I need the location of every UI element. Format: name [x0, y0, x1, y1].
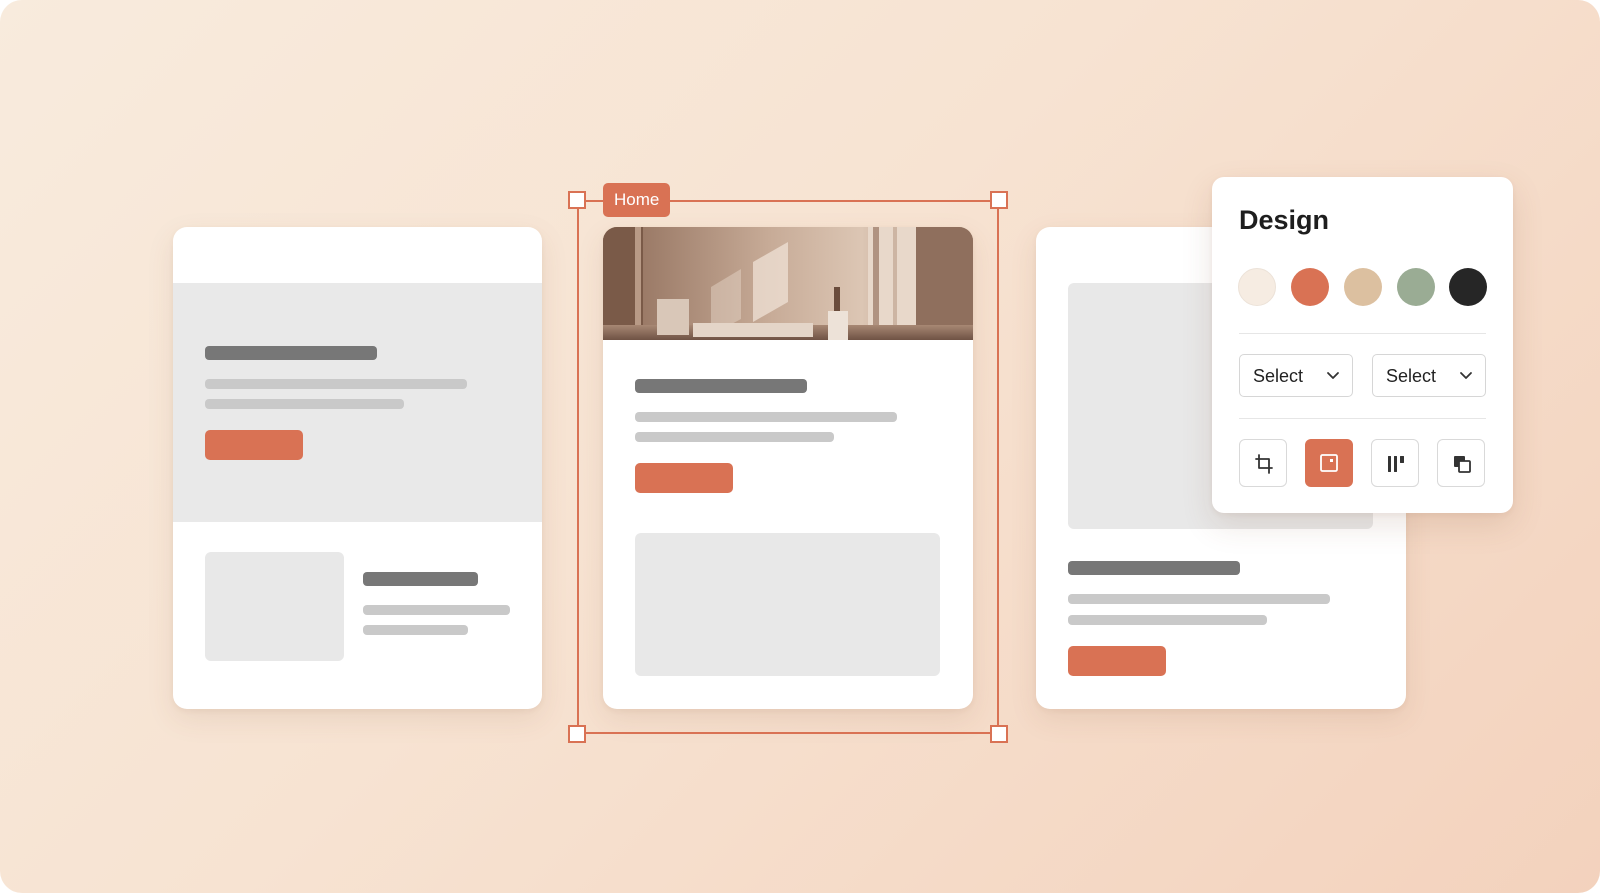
columns-icon	[1388, 456, 1404, 472]
panel-divider	[1239, 418, 1486, 419]
swatch-cream[interactable]	[1238, 268, 1276, 306]
frame-icon	[1320, 454, 1338, 472]
swatch-sage[interactable]	[1397, 268, 1435, 306]
panel-divider	[1239, 333, 1486, 334]
panel-title: Design	[1239, 205, 1330, 235]
cta-button-skeleton	[635, 463, 733, 493]
interior-photo	[603, 227, 973, 340]
layers-icon	[1454, 456, 1471, 473]
frame-tool-button[interactable]	[1305, 439, 1353, 487]
text-line-skeleton	[1068, 594, 1330, 604]
headline-skeleton	[635, 379, 807, 393]
headline-skeleton	[1068, 561, 1240, 575]
cta-button-skeleton	[1068, 646, 1166, 676]
headline-skeleton	[363, 572, 478, 586]
text-line-skeleton	[205, 399, 404, 409]
text-line-skeleton	[363, 625, 468, 635]
cta-button-skeleton	[205, 430, 303, 460]
design-canvas: Home Design Select Select	[0, 0, 1600, 893]
swatch-terracotta[interactable]	[1291, 268, 1329, 306]
crop-tool-button[interactable]	[1239, 439, 1287, 487]
resize-handle-top-right[interactable]	[990, 191, 1008, 209]
text-line-skeleton	[1068, 615, 1267, 625]
select-dropdown-2[interactable]: Select	[1372, 354, 1486, 397]
resize-handle-bottom-right[interactable]	[990, 725, 1008, 743]
resize-handle-bottom-left[interactable]	[568, 725, 586, 743]
text-line-skeleton	[363, 605, 510, 615]
columns-tool-button[interactable]	[1371, 439, 1419, 487]
select-label: Select	[1386, 366, 1437, 386]
chevron-down-icon	[1327, 372, 1339, 379]
swatch-sand[interactable]	[1344, 268, 1382, 306]
content-placeholder	[635, 533, 940, 676]
select-dropdown-1[interactable]: Select	[1239, 354, 1353, 397]
design-panel: Design Select Select	[1212, 177, 1513, 513]
resize-handle-top-left[interactable]	[568, 191, 586, 209]
frame-name-tag[interactable]: Home	[603, 183, 671, 217]
card-home[interactable]	[603, 227, 973, 709]
card-left[interactable]	[173, 227, 542, 709]
swatch-charcoal[interactable]	[1449, 268, 1487, 306]
chevron-down-icon	[1460, 372, 1472, 379]
headline-skeleton	[205, 346, 377, 360]
text-line-skeleton	[205, 379, 467, 389]
layers-tool-button[interactable]	[1437, 439, 1485, 487]
select-label: Select	[1253, 366, 1304, 386]
image-placeholder	[205, 552, 344, 661]
text-line-skeleton	[635, 432, 834, 442]
text-line-skeleton	[635, 412, 897, 422]
crop-icon	[1255, 454, 1273, 474]
